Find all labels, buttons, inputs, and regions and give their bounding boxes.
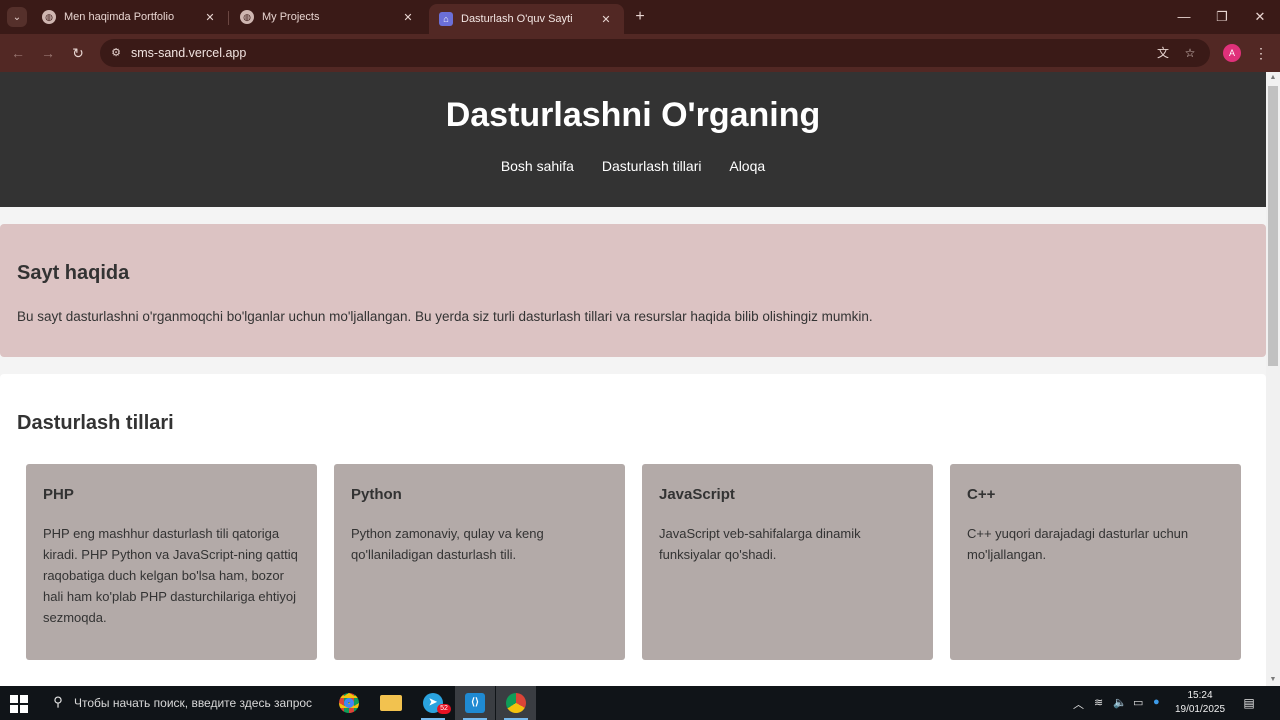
about-section: Sayt haqida Bu sayt dasturlashni o'rganm… [0,224,1266,357]
card-title: JavaScript [659,486,735,503]
card-title: Python [351,486,402,503]
vscode-icon: ⟨⟩ [465,693,485,713]
languages-section: Dasturlash tillari PHP PHP eng mashhur d… [0,374,1266,686]
battery-icon[interactable]: ▭ [1133,696,1143,709]
back-button[interactable]: ← [8,43,28,63]
restore-button[interactable]: ❐ [1204,6,1240,28]
reload-button[interactable]: ↻ [68,43,88,63]
tab-title: Dasturlash O'quv Sayti [461,13,573,25]
site-info-icon[interactable]: ⚙ [108,45,124,61]
language-card-python: Python Python zamonaviy, qulay va keng q… [334,464,625,660]
tab-separator [228,11,229,25]
site-header: Dasturlashni O'rganing Bosh sahifa Dastu… [0,72,1266,207]
window-close-button[interactable]: ✕ [1242,6,1278,28]
tab-dasturlash[interactable]: ⌂ Dasturlash O'quv Sayti ✕ [429,4,624,34]
folder-icon [380,695,402,711]
card-title: C++ [967,486,996,503]
card-text: C++ yuqori darajadagi dasturlar uchun mo… [967,526,1189,562]
card-title: PHP [43,486,74,503]
notification-badge: 52 [437,704,451,714]
address-bar[interactable]: ⚙ sms-sand.vercel.app 文 ☆ [100,39,1210,67]
close-icon[interactable]: ✕ [400,11,416,24]
volume-icon[interactable]: 🔈 [1113,696,1127,709]
clock-time: 15:24 [1187,690,1213,701]
app-icon: ⌂ [439,12,453,26]
language-card-php: PHP PHP eng mashhur dasturlash tili qato… [26,464,317,660]
search-icon[interactable]: ⚲ [50,694,66,710]
scroll-down-arrow-icon[interactable]: ▼ [1266,674,1280,686]
browser-menu-icon[interactable]: ⋮ [1254,43,1268,63]
notification-center-icon[interactable]: ▤ [1240,694,1258,712]
tab-strip: ⌄ ◍ Men haqimda Portfolio ✕ ◍ My Project… [0,0,1280,34]
profile-avatar[interactable]: A [1223,44,1241,62]
url-text[interactable]: sms-sand.vercel.app [131,46,246,60]
nav-link-contact[interactable]: Aloqa [729,158,765,174]
tab-my-projects[interactable]: ◍ My Projects ✕ [230,4,426,30]
tab-portfolio[interactable]: ◍ Men haqimda Portfolio ✕ [32,4,228,30]
language-card-javascript: JavaScript JavaScript veb-sahifalarga di… [642,464,933,660]
windows-taskbar: ⚲ Чтобы начать поиск, введите здесь запр… [0,686,1280,720]
tab-title: My Projects [262,11,320,23]
globe-icon: ◍ [42,10,56,24]
scroll-thumb[interactable] [1268,86,1278,366]
taskbar-search-input[interactable]: Чтобы начать поиск, введите здесь запрос [74,696,312,710]
about-heading: Sayt haqida [17,262,130,284]
browser-toolbar: ← → ↻ ⚙ sms-sand.vercel.app 文 ☆ A ⋮ [0,34,1280,72]
bookmark-star-icon[interactable]: ☆ [1181,45,1199,61]
language-cards: PHP PHP eng mashhur dasturlash tili qato… [26,464,1242,660]
site-nav: Bosh sahifa Dasturlash tillari Aloqa [0,158,1266,174]
translate-icon[interactable]: 文 [1154,45,1172,61]
tray-chevron-icon[interactable]: ︿ [1073,696,1084,712]
tab-title: Men haqimda Portfolio [64,11,175,23]
clock-date: 19/01/2025 [1174,704,1226,715]
taskbar-vscode[interactable]: ⟨⟩ [455,686,495,720]
taskbar-file-explorer[interactable] [371,686,411,720]
taskbar-chrome[interactable] [329,686,369,720]
taskbar-telegram[interactable]: ➤ 52 [413,686,453,720]
chrome-icon [339,693,359,713]
nav-link-languages[interactable]: Dasturlash tillari [602,158,702,174]
cloud-sync-icon[interactable]: ● [1153,696,1160,708]
page-viewport: Dasturlashni O'rganing Bosh sahifa Dastu… [0,72,1266,686]
globe-icon: ◍ [240,10,254,24]
wifi-icon[interactable]: ≋ [1094,696,1103,709]
card-text: PHP eng mashhur dasturlash tili qatoriga… [43,526,298,625]
close-icon[interactable]: ✕ [202,11,218,24]
about-text: Bu sayt dasturlashni o'rganmoqchi bo'lga… [17,309,873,324]
forward-button[interactable]: → [38,43,58,63]
close-icon[interactable]: ✕ [598,13,614,26]
language-card-cpp: C++ C++ yuqori darajadagi dasturlar uchu… [950,464,1241,660]
system-clock[interactable]: 15:24 19/01/2025 [1172,689,1228,717]
minimize-button[interactable]: — [1166,6,1202,28]
new-tab-button[interactable]: + [631,8,649,26]
nav-link-home[interactable]: Bosh sahifa [501,158,574,174]
page-scrollbar[interactable]: ▲ ▼ [1266,72,1280,686]
windows-start-icon[interactable] [10,695,28,713]
chrome-icon [506,693,526,713]
taskbar-chrome-profile[interactable] [496,686,536,720]
tab-search-button[interactable]: ⌄ [7,7,27,27]
card-text: Python zamonaviy, qulay va keng qo'llani… [351,526,544,562]
card-text: JavaScript veb-sahifalarga dinamik funks… [659,526,861,562]
site-title: Dasturlashni O'rganing [445,96,821,134]
scroll-up-arrow-icon[interactable]: ▲ [1266,72,1280,84]
languages-heading: Dasturlash tillari [17,412,174,434]
